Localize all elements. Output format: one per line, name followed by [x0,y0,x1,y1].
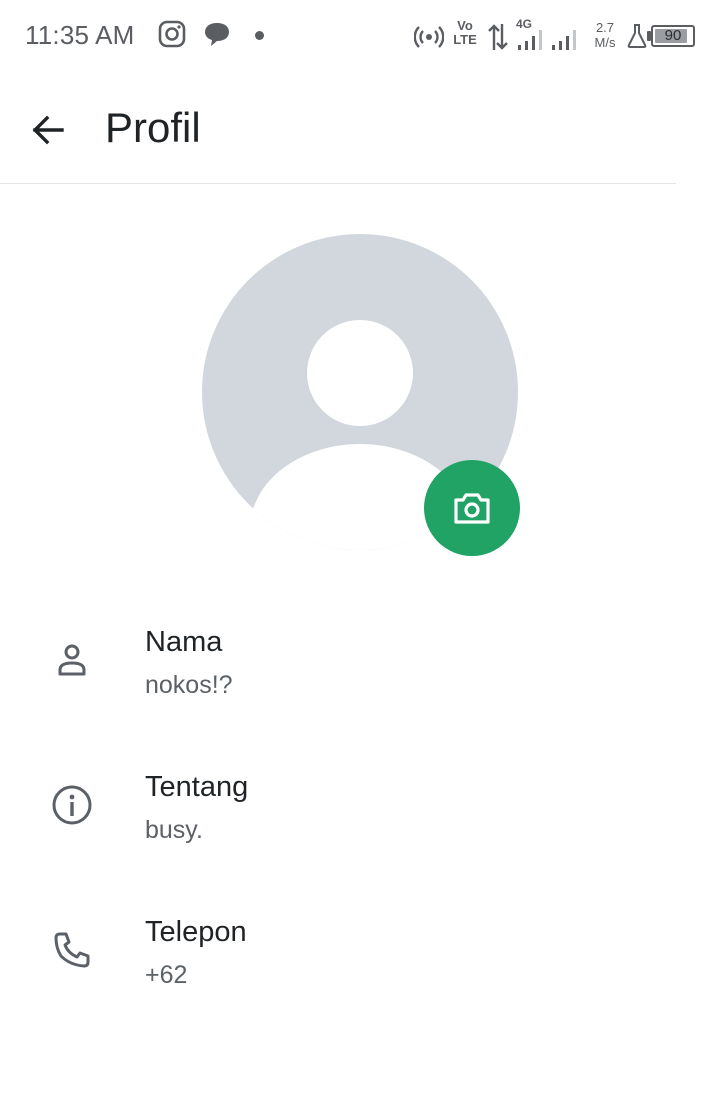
about-value: busy. [145,816,203,844]
volte-line1: Vo [457,18,473,33]
name-value: nokos!? [145,671,233,699]
speed-unit: M/s [594,35,616,50]
phone-row[interactable]: Telepon +62 [0,890,720,1010]
about-row[interactable]: Tentang busy. [0,745,720,865]
flask-icon [627,24,647,48]
page-title: Profil [105,104,201,151]
instagram-icon [158,20,186,48]
status-bar: 11:35 AM Vo LTE 4G 2.7 M/s 90 [0,0,720,74]
person-icon [48,636,96,684]
name-row[interactable]: Nama nokos!? [0,600,720,720]
status-time: 11:35 AM [25,20,135,50]
volte-indicator: Vo LTE [452,19,478,47]
notification-dot [255,31,264,40]
battery-level: 90 [664,27,682,44]
about-label: Tentang [145,771,249,803]
signal-icon [518,30,542,50]
camera-icon [454,493,490,524]
speed-value: 2.7 [595,20,615,35]
back-button[interactable] [22,104,74,156]
change-photo-button[interactable] [424,460,520,556]
volte-line2: LTE [453,32,477,47]
network-speed: 2.7 M/s [590,20,620,50]
chat-icon [205,23,229,46]
battery-icon: 90 [651,25,695,47]
phone-icon [48,926,96,974]
phone-label: Telepon [145,916,247,948]
avatar-head-shape [307,320,413,426]
info-icon [48,781,96,829]
phone-value: +62 [145,961,188,989]
name-label: Nama [145,626,223,658]
app-bar: Profil [0,74,676,184]
signal-icon [552,30,576,50]
hotspot-icon [414,26,444,48]
arrow-left-icon [32,115,64,145]
data-arrows-icon [488,24,508,50]
